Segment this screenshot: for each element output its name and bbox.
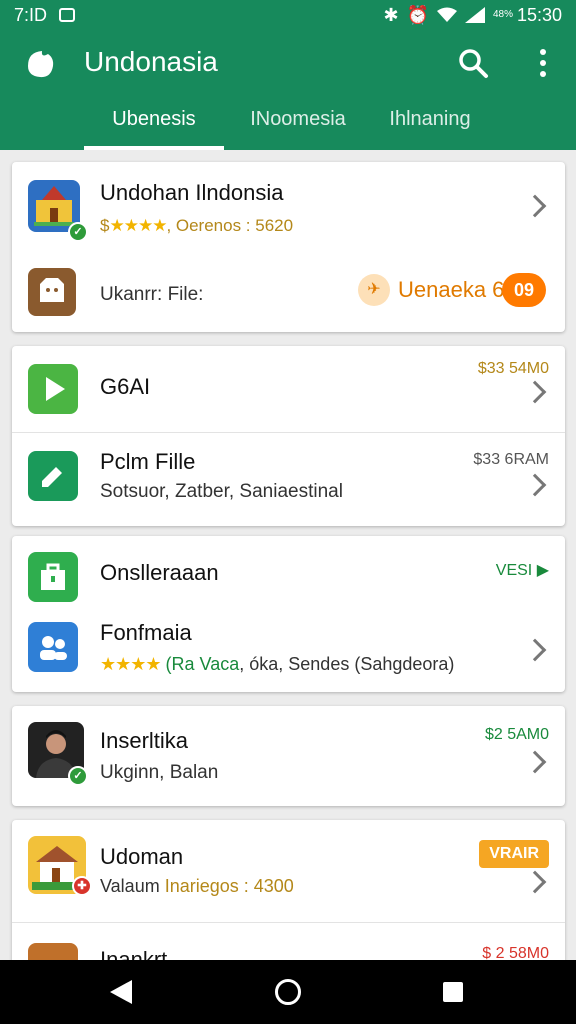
plane-icon: ✈ bbox=[358, 274, 390, 306]
rating-meta-rest: , óka, Sendes (Sahgdeora) bbox=[239, 654, 455, 674]
item-title: Onslleraaan bbox=[100, 560, 219, 585]
item-subtitle: Valaum Inariegos : 4300 bbox=[100, 876, 294, 897]
featured-card: ✓ Undohan Ilndonsia $★★★★, Oerenos : 562… bbox=[12, 162, 565, 332]
rating-stars: ★★★★ bbox=[109, 216, 167, 235]
signal-icon bbox=[464, 7, 485, 23]
list-item[interactable]: G6AI $33 54M0 bbox=[12, 346, 565, 432]
app-bar: Undonasia Ubenesis INoomesia Ihlnaning bbox=[0, 30, 576, 150]
chevron-right-icon bbox=[523, 870, 547, 894]
tab-ihlnaning[interactable]: Ihlnaning bbox=[380, 104, 480, 150]
item-rating: ★★★★ (Ra Vaca, óka, Sendes (Sahgdeora) bbox=[100, 654, 454, 675]
file-app-icon bbox=[28, 268, 76, 316]
recent-apps-icon[interactable] bbox=[443, 982, 463, 1002]
item-price: $33 6RAM bbox=[473, 451, 549, 468]
item-title: Pclm Fille bbox=[100, 449, 196, 474]
file-label: Ukanrr: File: bbox=[100, 284, 204, 305]
item-subtitle: Ukginn, Balan bbox=[100, 762, 219, 783]
item-title: Udoman bbox=[100, 844, 184, 869]
item-subtitle: Sotsuor, Zatber, Saniaestinal bbox=[100, 481, 343, 502]
places-card: ✚ Udoman Valaum Inariegos : 4300 VRAIR I… bbox=[12, 820, 565, 960]
list-item[interactable]: ✓ Inserltika Ukginn, Balan $2 5AM0 bbox=[12, 706, 565, 806]
item-title: Inserltika bbox=[100, 728, 189, 753]
rating-meta: , Oerenos : 5620 bbox=[166, 216, 294, 235]
chevron-right-icon bbox=[523, 473, 547, 497]
item-title: Fonfmaia bbox=[100, 620, 192, 645]
status-time: 15:30 bbox=[516, 4, 562, 25]
subtitle-meta: Inariegos : 4300 bbox=[159, 876, 294, 896]
briefcase-icon bbox=[28, 552, 78, 602]
list-item[interactable]: ✓ Undohan Ilndonsia $★★★★, Oerenos : 562… bbox=[12, 162, 565, 252]
person-card: ✓ Inserltika Ukginn, Balan $2 5AM0 bbox=[12, 706, 565, 806]
promo-text: Uenaeka 6 bbox=[398, 277, 505, 302]
back-icon[interactable] bbox=[110, 980, 132, 1004]
item-status[interactable]: VESI ▶ bbox=[496, 560, 549, 580]
verified-check-icon: ✓ bbox=[68, 222, 88, 242]
list-item[interactable]: Fonfmaia ★★★★ (Ra Vaca, óka, Sendes (Sah… bbox=[12, 612, 565, 692]
verified-check-icon: ✓ bbox=[68, 766, 88, 786]
notification-icon bbox=[59, 8, 76, 22]
play-icon bbox=[28, 364, 78, 414]
app-icon bbox=[28, 943, 78, 960]
list-item[interactable]: Pclm Fille Sotsuor, Zatber, Saniaestinal… bbox=[12, 433, 565, 526]
app-title: Undonasia bbox=[84, 46, 218, 77]
promo-offer[interactable]: ✈ Uenaeka 6 bbox=[358, 272, 504, 308]
app-logo-icon[interactable] bbox=[24, 46, 58, 80]
list-item[interactable]: ✚ Udoman Valaum Inariegos : 4300 VRAIR bbox=[12, 820, 565, 920]
item-rating: $★★★★, Oerenos : 5620 bbox=[100, 216, 293, 236]
tab-inoomesia[interactable]: INoomesia bbox=[238, 104, 358, 150]
apps-card: G6AI $33 54M0 Pclm Fille Sotsuor, Zatber… bbox=[12, 346, 565, 526]
rating-meta: (Ra Vaca bbox=[160, 654, 240, 674]
wifi-icon bbox=[436, 7, 457, 22]
badge-icon: ✚ bbox=[72, 876, 92, 896]
tools-card: Onslleraaan VESI ▶ Fonfmaia ★★★★ (Ra Vac… bbox=[12, 536, 565, 692]
item-price: $33 54M0 bbox=[477, 360, 549, 377]
list-item[interactable]: Inankrt $ 2 58M0 bbox=[12, 923, 565, 960]
chevron-right-icon bbox=[523, 750, 547, 774]
status-bar: 7:ID ✱ ⏰ 48% 15:30 bbox=[0, 0, 576, 30]
promo-badge[interactable]: 09 bbox=[502, 273, 547, 307]
system-nav-bar bbox=[0, 960, 576, 1024]
tab-bar: Ubenesis INoomesia Ihlnaning bbox=[0, 104, 576, 150]
edit-icon bbox=[28, 451, 78, 501]
chevron-right-icon bbox=[523, 380, 547, 404]
app-list: ✓ Undohan Ilndonsia $★★★★, Oerenos : 562… bbox=[0, 150, 576, 960]
subtitle-prefix: Valaum bbox=[100, 876, 160, 896]
more-options-icon[interactable] bbox=[528, 46, 558, 80]
alarm-icon: ⏰ bbox=[406, 4, 429, 25]
chevron-right-icon bbox=[523, 194, 547, 218]
item-title: G6AI bbox=[100, 374, 151, 399]
chevron-right-icon bbox=[523, 638, 547, 662]
item-title: Inankrt bbox=[100, 947, 168, 960]
rating-stars: ★★★★ bbox=[100, 654, 162, 674]
contacts-icon bbox=[28, 622, 78, 672]
status-left-text: 7:ID bbox=[14, 4, 48, 25]
item-price: $2 5AM0 bbox=[484, 726, 549, 743]
item-title: Undohan Ilndonsia bbox=[100, 180, 284, 205]
battery-percent: 48% bbox=[492, 9, 513, 20]
tab-ubenesis[interactable]: Ubenesis bbox=[84, 104, 224, 150]
item-price: $ 2 58M0 bbox=[482, 945, 549, 960]
bluetooth-icon: ✱ bbox=[383, 4, 399, 25]
search-icon[interactable] bbox=[456, 46, 490, 80]
list-item[interactable]: Ukanrr: File: ✈ Uenaeka 6 09 bbox=[12, 252, 565, 332]
list-item[interactable]: Onslleraaan VESI ▶ bbox=[12, 536, 565, 612]
home-icon[interactable] bbox=[275, 979, 301, 1005]
item-tag[interactable]: VRAIR bbox=[479, 840, 549, 868]
